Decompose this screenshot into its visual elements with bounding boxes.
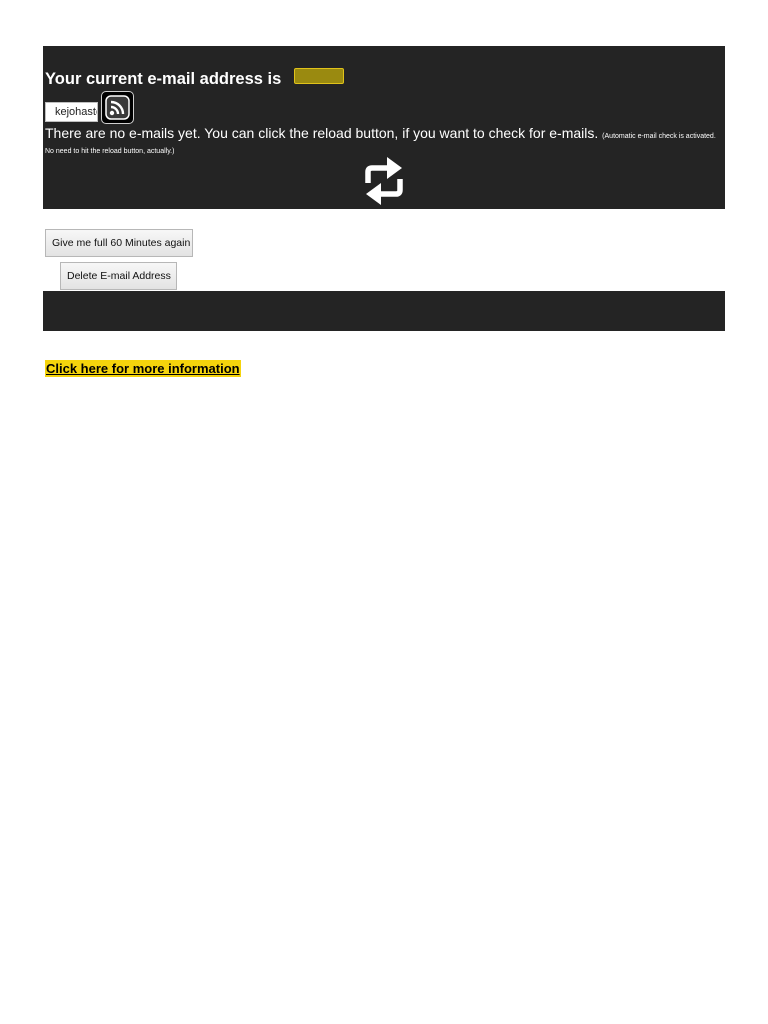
email-address-field[interactable] <box>45 102 98 122</box>
rss-icon <box>105 95 130 120</box>
mailbox-panel: Your current e-mail address is There are… <box>43 46 725 209</box>
reload-button[interactable] <box>361 154 407 208</box>
status-text: There are no e-mails yet. You can click … <box>45 125 599 141</box>
mailbox-status: There are no e-mails yet. You can click … <box>45 125 721 157</box>
page-title: Your current e-mail address is <box>45 70 282 88</box>
email-address-box[interactable] <box>294 68 344 84</box>
reload-icon <box>365 157 403 205</box>
more-information-link[interactable]: Click here for more information <box>45 360 241 377</box>
extend-time-button[interactable]: Give me full 60 Minutes again <box>45 229 193 257</box>
footer-bar <box>43 291 725 331</box>
rss-feed-button[interactable] <box>101 91 134 124</box>
delete-address-button[interactable]: Delete E-mail Address <box>60 262 177 290</box>
